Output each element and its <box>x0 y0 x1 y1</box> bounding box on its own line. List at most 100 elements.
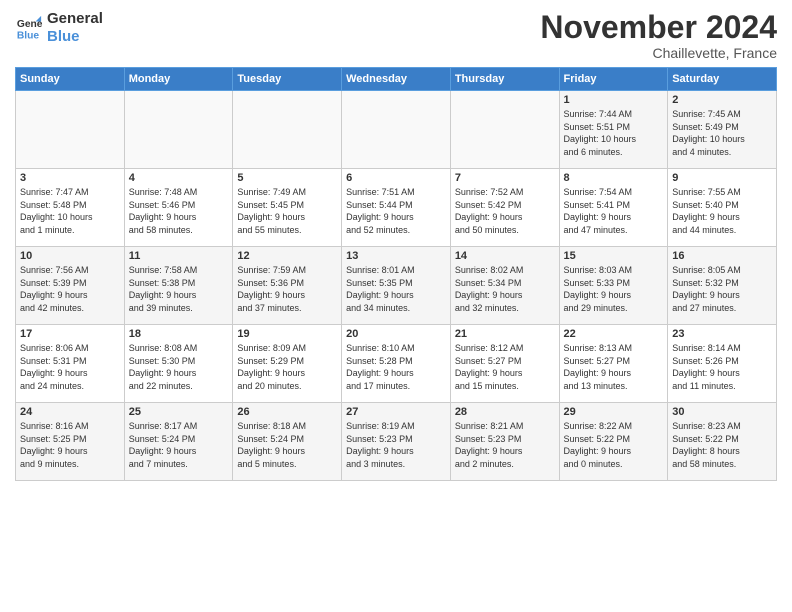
calendar-cell <box>124 91 233 169</box>
day-number: 26 <box>237 406 337 418</box>
day-info: Sunrise: 7:58 AMSunset: 5:38 PMDaylight:… <box>129 264 229 314</box>
header-sunday: Sunday <box>16 68 125 91</box>
day-info: Sunrise: 8:21 AMSunset: 5:23 PMDaylight:… <box>455 420 555 470</box>
day-info: Sunrise: 8:09 AMSunset: 5:29 PMDaylight:… <box>237 342 337 392</box>
day-number: 30 <box>672 406 772 418</box>
day-info: Sunrise: 8:03 AMSunset: 5:33 PMDaylight:… <box>564 264 664 314</box>
calendar-cell: 23Sunrise: 8:14 AMSunset: 5:26 PMDayligh… <box>668 325 777 403</box>
day-number: 18 <box>129 328 229 340</box>
calendar-cell: 5 Sunrise: 7:49 AMSunset: 5:45 PMDaylight… <box>233 169 342 247</box>
calendar-cell: 8 Sunrise: 7:54 AMSunset: 5:41 PMDaylight… <box>559 169 668 247</box>
calendar-cell <box>233 91 342 169</box>
day-info: Sunrise: 7:59 AMSunset: 5:36 PMDaylight:… <box>237 264 337 314</box>
day-number: 19 <box>237 328 337 340</box>
day-number: 5 <box>237 172 337 184</box>
calendar-cell: 2 Sunrise: 7:45 AMSunset: 5:49 PMDaylight… <box>668 91 777 169</box>
header-thursday: Thursday <box>450 68 559 91</box>
calendar-cell: 24Sunrise: 8:16 AMSunset: 5:25 PMDayligh… <box>16 403 125 481</box>
day-number: 3 <box>20 172 120 184</box>
day-info: Sunrise: 7:54 AMSunset: 5:41 PMDaylight:… <box>564 186 664 236</box>
day-number: 16 <box>672 250 772 262</box>
calendar-week-row-5: 24Sunrise: 8:16 AMSunset: 5:25 PMDayligh… <box>16 403 777 481</box>
day-number: 22 <box>564 328 664 340</box>
day-number: 21 <box>455 328 555 340</box>
calendar-week-row-4: 17 Sunrise: 8:06 AMSunset: 5:31 PMDayligh… <box>16 325 777 403</box>
calendar-cell <box>16 91 125 169</box>
day-number: 4 <box>129 172 229 184</box>
calendar-cell <box>450 91 559 169</box>
month-title: November 2024 <box>540 10 777 45</box>
day-number: 17 <box>20 328 120 340</box>
day-info: Sunrise: 7:47 AMSunset: 5:48 PMDaylight:… <box>20 186 120 236</box>
day-info: Sunrise: 7:48 AMSunset: 5:46 PMDaylight:… <box>129 186 229 236</box>
header-wednesday: Wednesday <box>342 68 451 91</box>
calendar-cell: 3 Sunrise: 7:47 AMSunset: 5:48 PMDaylight… <box>16 169 125 247</box>
calendar-cell: 10 Sunrise: 7:56 AMSunset: 5:39 PMDayligh… <box>16 247 125 325</box>
day-number: 6 <box>346 172 446 184</box>
calendar-cell: 22 Sunrise: 8:13 AMSunset: 5:27 PMDayligh… <box>559 325 668 403</box>
calendar-cell: 27 Sunrise: 8:19 AMSunset: 5:23 PMDayligh… <box>342 403 451 481</box>
calendar-cell: 29 Sunrise: 8:22 AMSunset: 5:22 PMDayligh… <box>559 403 668 481</box>
day-info: Sunrise: 8:10 AMSunset: 5:28 PMDaylight:… <box>346 342 446 392</box>
logo-icon: General Blue <box>15 14 43 42</box>
day-info: Sunrise: 7:51 AMSunset: 5:44 PMDaylight:… <box>346 186 446 236</box>
calendar-cell: 11 Sunrise: 7:58 AMSunset: 5:38 PMDayligh… <box>124 247 233 325</box>
day-info: Sunrise: 8:06 AMSunset: 5:31 PMDaylight:… <box>20 342 120 392</box>
day-number: 13 <box>346 250 446 262</box>
day-info: Sunrise: 8:16 AMSunset: 5:25 PMDaylight:… <box>20 420 120 470</box>
logo: General Blue General Blue <box>15 10 103 46</box>
day-info: Sunrise: 8:22 AMSunset: 5:22 PMDaylight:… <box>564 420 664 470</box>
day-number: 15 <box>564 250 664 262</box>
calendar-cell: 13 Sunrise: 8:01 AMSunset: 5:35 PMDayligh… <box>342 247 451 325</box>
calendar-cell: 25 Sunrise: 8:17 AMSunset: 5:24 PMDayligh… <box>124 403 233 481</box>
day-info: Sunrise: 7:56 AMSunset: 5:39 PMDaylight:… <box>20 264 120 314</box>
day-number: 11 <box>129 250 229 262</box>
calendar-table: Sunday Monday Tuesday Wednesday Thursday… <box>15 67 777 481</box>
day-number: 8 <box>564 172 664 184</box>
calendar-cell <box>342 91 451 169</box>
day-info: Sunrise: 8:02 AMSunset: 5:34 PMDaylight:… <box>455 264 555 314</box>
day-number: 14 <box>455 250 555 262</box>
day-info: Sunrise: 8:19 AMSunset: 5:23 PMDaylight:… <box>346 420 446 470</box>
day-info: Sunrise: 8:05 AMSunset: 5:32 PMDaylight:… <box>672 264 772 314</box>
calendar-cell: 21 Sunrise: 8:12 AMSunset: 5:27 PMDayligh… <box>450 325 559 403</box>
day-info: Sunrise: 8:12 AMSunset: 5:27 PMDaylight:… <box>455 342 555 392</box>
day-info: Sunrise: 8:13 AMSunset: 5:27 PMDaylight:… <box>564 342 664 392</box>
day-number: 2 <box>672 94 772 106</box>
header: General Blue General Blue November 2024 … <box>15 10 777 61</box>
header-friday: Friday <box>559 68 668 91</box>
day-number: 25 <box>129 406 229 418</box>
day-info: Sunrise: 7:52 AMSunset: 5:42 PMDaylight:… <box>455 186 555 236</box>
calendar-cell: 16 Sunrise: 8:05 AMSunset: 5:32 PMDayligh… <box>668 247 777 325</box>
logo-line2: Blue <box>47 28 103 46</box>
day-info: Sunrise: 7:44 AMSunset: 5:51 PMDaylight:… <box>564 108 664 158</box>
day-number: 23 <box>672 328 772 340</box>
calendar-week-row-1: 1Sunrise: 7:44 AMSunset: 5:51 PMDaylight… <box>16 91 777 169</box>
calendar-cell: 18Sunrise: 8:08 AMSunset: 5:30 PMDayligh… <box>124 325 233 403</box>
calendar-cell: 19 Sunrise: 8:09 AMSunset: 5:29 PMDayligh… <box>233 325 342 403</box>
page: General Blue General Blue November 2024 … <box>0 0 792 612</box>
calendar-cell: 15 Sunrise: 8:03 AMSunset: 5:33 PMDayligh… <box>559 247 668 325</box>
location: Chaillevette, France <box>540 45 777 61</box>
day-number: 28 <box>455 406 555 418</box>
calendar-cell: 26 Sunrise: 8:18 AMSunset: 5:24 PMDayligh… <box>233 403 342 481</box>
calendar-cell: 4 Sunrise: 7:48 AMSunset: 5:46 PMDaylight… <box>124 169 233 247</box>
calendar-cell: 28 Sunrise: 8:21 AMSunset: 5:23 PMDayligh… <box>450 403 559 481</box>
logo-line1: General <box>47 10 103 28</box>
day-info: Sunrise: 7:49 AMSunset: 5:45 PMDaylight:… <box>237 186 337 236</box>
day-number: 29 <box>564 406 664 418</box>
calendar-cell: 6 Sunrise: 7:51 AMSunset: 5:44 PMDaylight… <box>342 169 451 247</box>
calendar-cell: 12Sunrise: 7:59 AMSunset: 5:36 PMDayligh… <box>233 247 342 325</box>
day-number: 10 <box>20 250 120 262</box>
day-info: Sunrise: 8:23 AMSunset: 5:22 PMDaylight:… <box>672 420 772 470</box>
calendar-cell: 1Sunrise: 7:44 AMSunset: 5:51 PMDaylight… <box>559 91 668 169</box>
calendar-cell: 14 Sunrise: 8:02 AMSunset: 5:34 PMDayligh… <box>450 247 559 325</box>
day-info: Sunrise: 7:45 AMSunset: 5:49 PMDaylight:… <box>672 108 772 158</box>
day-info: Sunrise: 8:18 AMSunset: 5:24 PMDaylight:… <box>237 420 337 470</box>
calendar-header-row: Sunday Monday Tuesday Wednesday Thursday… <box>16 68 777 91</box>
day-info: Sunrise: 7:55 AMSunset: 5:40 PMDaylight:… <box>672 186 772 236</box>
day-number: 20 <box>346 328 446 340</box>
day-info: Sunrise: 8:01 AMSunset: 5:35 PMDaylight:… <box>346 264 446 314</box>
day-info: Sunrise: 8:17 AMSunset: 5:24 PMDaylight:… <box>129 420 229 470</box>
day-number: 27 <box>346 406 446 418</box>
